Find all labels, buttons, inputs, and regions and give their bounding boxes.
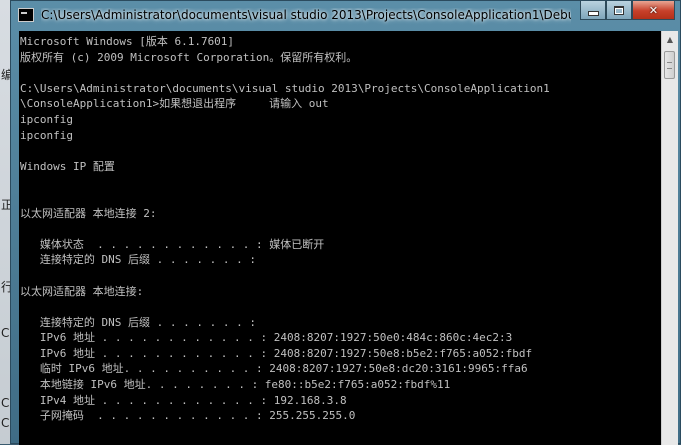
console-line: C:\Users\Administrator\documents\visual …: [20, 81, 550, 95]
minimize-button[interactable]: [580, 1, 606, 20]
console-line: 连接特定的 DNS 后缀 . . . . . . . :: [20, 253, 256, 267]
console-line: IPv6 地址 . . . . . . . . . . . . : 2408:8…: [20, 346, 533, 360]
background-glyph: C: [1, 416, 10, 430]
background-glyph: C: [1, 396, 10, 410]
minimize-icon: [587, 10, 599, 16]
maximize-button[interactable]: [606, 1, 632, 20]
console-line: 以太网适配器 本地连接 2:: [20, 206, 157, 220]
console-window[interactable]: C:\Users\Administrator\documents\visual …: [10, 0, 681, 445]
console-line: Microsoft Windows [版本 6.1.7601]: [20, 35, 235, 48]
console-line: 版权所有 (c) 2009 Microsoft Corporation。保留所有…: [20, 50, 358, 64]
console-line: \ConsoleApplication1>如果想退出程序 请输入 out: [20, 97, 329, 111]
console-line: 以太网适配器 本地连接:: [20, 284, 144, 298]
console-line: 媒体状态 . . . . . . . . . . . . : 媒体已断开: [20, 237, 325, 251]
title-bar[interactable]: C:\Users\Administrator\documents\visual …: [11, 1, 680, 31]
console-line: 本地链接 IPv6 地址. . . . . . . . : fe80::b5e2…: [20, 378, 451, 392]
console-line: IPv4 地址 . . . . . . . . . . . . : 192.16…: [20, 393, 347, 407]
scroll-thumb[interactable]: [664, 51, 675, 79]
maximize-icon: [614, 5, 624, 15]
console-line: IPv6 地址 . . . . . . . . . . . . : 2408:8…: [20, 331, 513, 345]
console-line: 临时 IPv6 地址. . . . . . . . . . : 2408:820…: [20, 362, 528, 376]
vertical-scrollbar[interactable]: ▲: [661, 31, 678, 445]
console-line: 子网掩码 . . . . . . . . . . . . : 255.255.2…: [20, 409, 356, 423]
background-glyph: C: [1, 326, 10, 340]
window-controls: ✕: [580, 1, 675, 21]
console-line: 连接特定的 DNS 后缀 . . . . . . . :: [20, 315, 256, 329]
console-app-icon[interactable]: [18, 8, 34, 22]
window-title: C:\Users\Administrator\documents\visual …: [41, 8, 571, 22]
console-line: ipconfig: [20, 128, 73, 142]
close-button[interactable]: ✕: [632, 1, 675, 20]
console-line: ipconfig: [20, 112, 73, 126]
console-lines: Microsoft Windows [版本 6.1.7601] 版权所有 (c) …: [20, 34, 550, 424]
close-icon: ✕: [648, 3, 659, 17]
console-line: Windows IP 配置: [20, 159, 115, 173]
console-output[interactable]: Microsoft Windows [版本 6.1.7601] 版权所有 (c) …: [19, 31, 661, 445]
scroll-up-arrow-icon[interactable]: ▲: [662, 31, 678, 48]
